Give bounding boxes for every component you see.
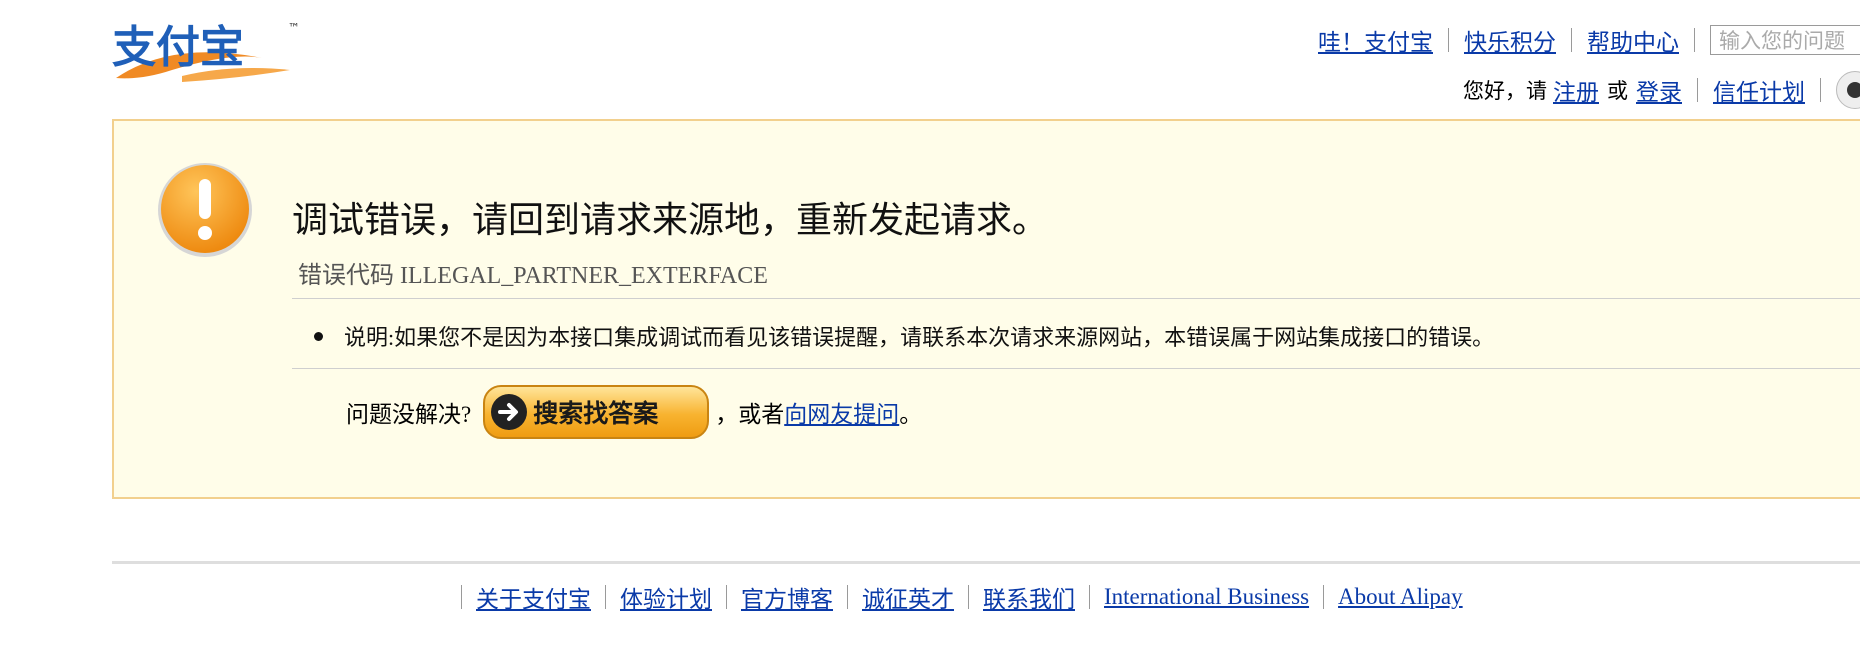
nav-divider <box>1571 28 1572 52</box>
login-link[interactable]: 登录 <box>1636 73 1682 107</box>
alipay-logo-graphic: 支付宝 ™ <box>112 21 300 82</box>
footer-divider-bar <box>847 585 848 609</box>
footer-link-about-alipay-cn[interactable]: 关于支付宝 <box>476 580 591 614</box>
footer-divider-bar <box>1089 585 1090 609</box>
nav-divider <box>1820 78 1821 102</box>
error-notice-panel: 调试错误，请回到请求来源地，重新发起请求。 错误代码 ILLEGAL_PARTN… <box>112 119 1860 499</box>
divider <box>292 368 1860 369</box>
error-title: 调试错误，请回到请求来源地，重新发起请求。 <box>292 200 1049 241</box>
alipay-logo[interactable]: 支付宝 ™ <box>112 18 308 88</box>
description-text: 说明:如果您不是因为本接口集成调试而看见该错误提醒，请联系本次请求来源网站，本错… <box>344 325 1495 350</box>
error-description: 说明:如果您不是因为本接口集成调试而看见该错误提醒，请联系本次请求来源网站，本错… <box>314 320 1494 352</box>
search-answer-button[interactable]: 搜索找答案 <box>483 385 710 439</box>
or-text: 或 <box>1607 79 1628 103</box>
error-code: 错误代码 ILLEGAL_PARTNER_EXTERFACE <box>298 263 768 289</box>
footer-link-careers[interactable]: 诚征英才 <box>862 580 954 614</box>
ask-netizens-link[interactable]: 向网友提问 <box>784 395 899 429</box>
logo-tm: ™ <box>288 21 300 35</box>
trust-plan-link[interactable]: 信任计划 <box>1713 73 1805 107</box>
warning-icon <box>158 163 252 257</box>
divider <box>292 298 1860 299</box>
greeting-text: 您好，请 <box>1463 79 1547 103</box>
footer-link-international-business[interactable]: International Business <box>1104 584 1309 610</box>
top-nav: 哇！支付宝 快乐积分 帮助中心 输入您的问题 <box>1318 20 1860 60</box>
or-text: ，或者 <box>715 402 785 427</box>
footer-link-experience-plan[interactable]: 体验计划 <box>620 580 712 614</box>
unresolved-text: 问题没解决? <box>346 402 472 427</box>
nav-divider <box>1694 28 1695 52</box>
nav-link-points[interactable]: 快乐积分 <box>1464 23 1556 57</box>
nav-link-wa-alipay[interactable]: 哇！支付宝 <box>1318 23 1433 57</box>
bullet-icon <box>314 331 323 341</box>
period-text: 。 <box>899 402 923 427</box>
footer-divider-bar <box>1323 585 1325 609</box>
logo-text: 支付宝 <box>112 22 244 73</box>
toggle-icon[interactable] <box>1836 71 1860 109</box>
nav-link-help-center[interactable]: 帮助中心 <box>1587 23 1679 57</box>
footer-divider-bar <box>461 585 462 609</box>
search-answer-label: 搜索找答案 <box>533 399 659 428</box>
help-search-input[interactable]: 输入您的问题 <box>1710 25 1860 55</box>
nav-divider <box>1697 78 1698 102</box>
footer-link-official-blog[interactable]: 官方博客 <box>741 580 833 614</box>
footer-divider-bar <box>968 585 969 609</box>
footer-link-about-alipay[interactable]: About Alipay <box>1338 584 1463 610</box>
register-link[interactable]: 注册 <box>1553 73 1599 107</box>
footer-links: 关于支付宝 体验计划 官方博客 诚征英才 联系我们 International … <box>447 581 1463 613</box>
arrow-right-icon <box>491 394 528 430</box>
nav-divider <box>1448 28 1449 52</box>
footer-divider-bar <box>605 585 606 609</box>
footer-divider <box>112 561 1860 564</box>
help-prompt-row: 问题没解决? 搜索找答案 ，或者 向网友提问 。 <box>346 384 922 440</box>
footer-link-contact-us[interactable]: 联系我们 <box>983 580 1075 614</box>
user-nav: 您好，请 注册 或 登录 信任计划 <box>1463 70 1860 110</box>
footer-divider-bar <box>726 585 727 609</box>
